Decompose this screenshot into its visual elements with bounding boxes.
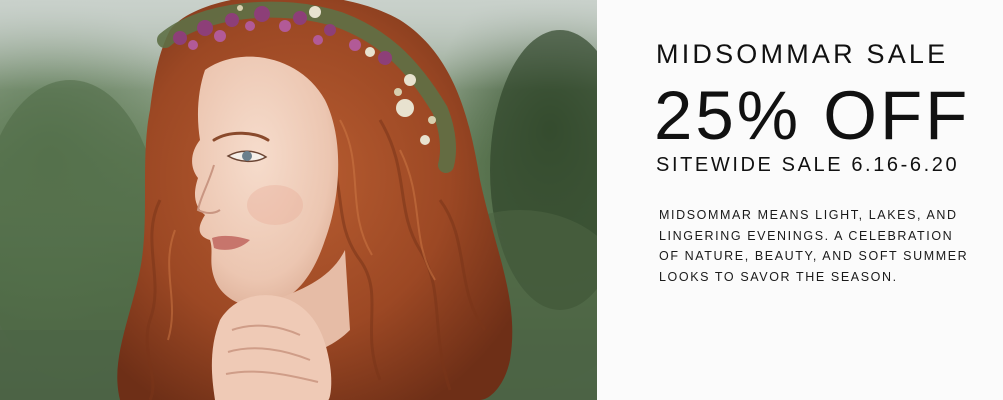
cheek-blush — [247, 185, 303, 225]
promo-description: MIDSOMMAR MEANS LIGHT, LAKES, AND LINGER… — [659, 208, 969, 284]
promo-copy-panel: MIDSOMMAR SALE 25% OFF SITEWIDE SALE 6.1… — [597, 0, 1003, 400]
sale-eyebrow: MIDSOMMAR SALE — [656, 39, 949, 69]
sale-dates: SITEWIDE SALE 6.16-6.20 — [656, 154, 960, 176]
discount-headline: 25% OFF — [654, 77, 971, 154]
iris — [242, 151, 252, 161]
hero-photo — [0, 0, 597, 400]
promo-banner[interactable]: MIDSOMMAR SALE 25% OFF SITEWIDE SALE 6.1… — [0, 0, 1003, 400]
